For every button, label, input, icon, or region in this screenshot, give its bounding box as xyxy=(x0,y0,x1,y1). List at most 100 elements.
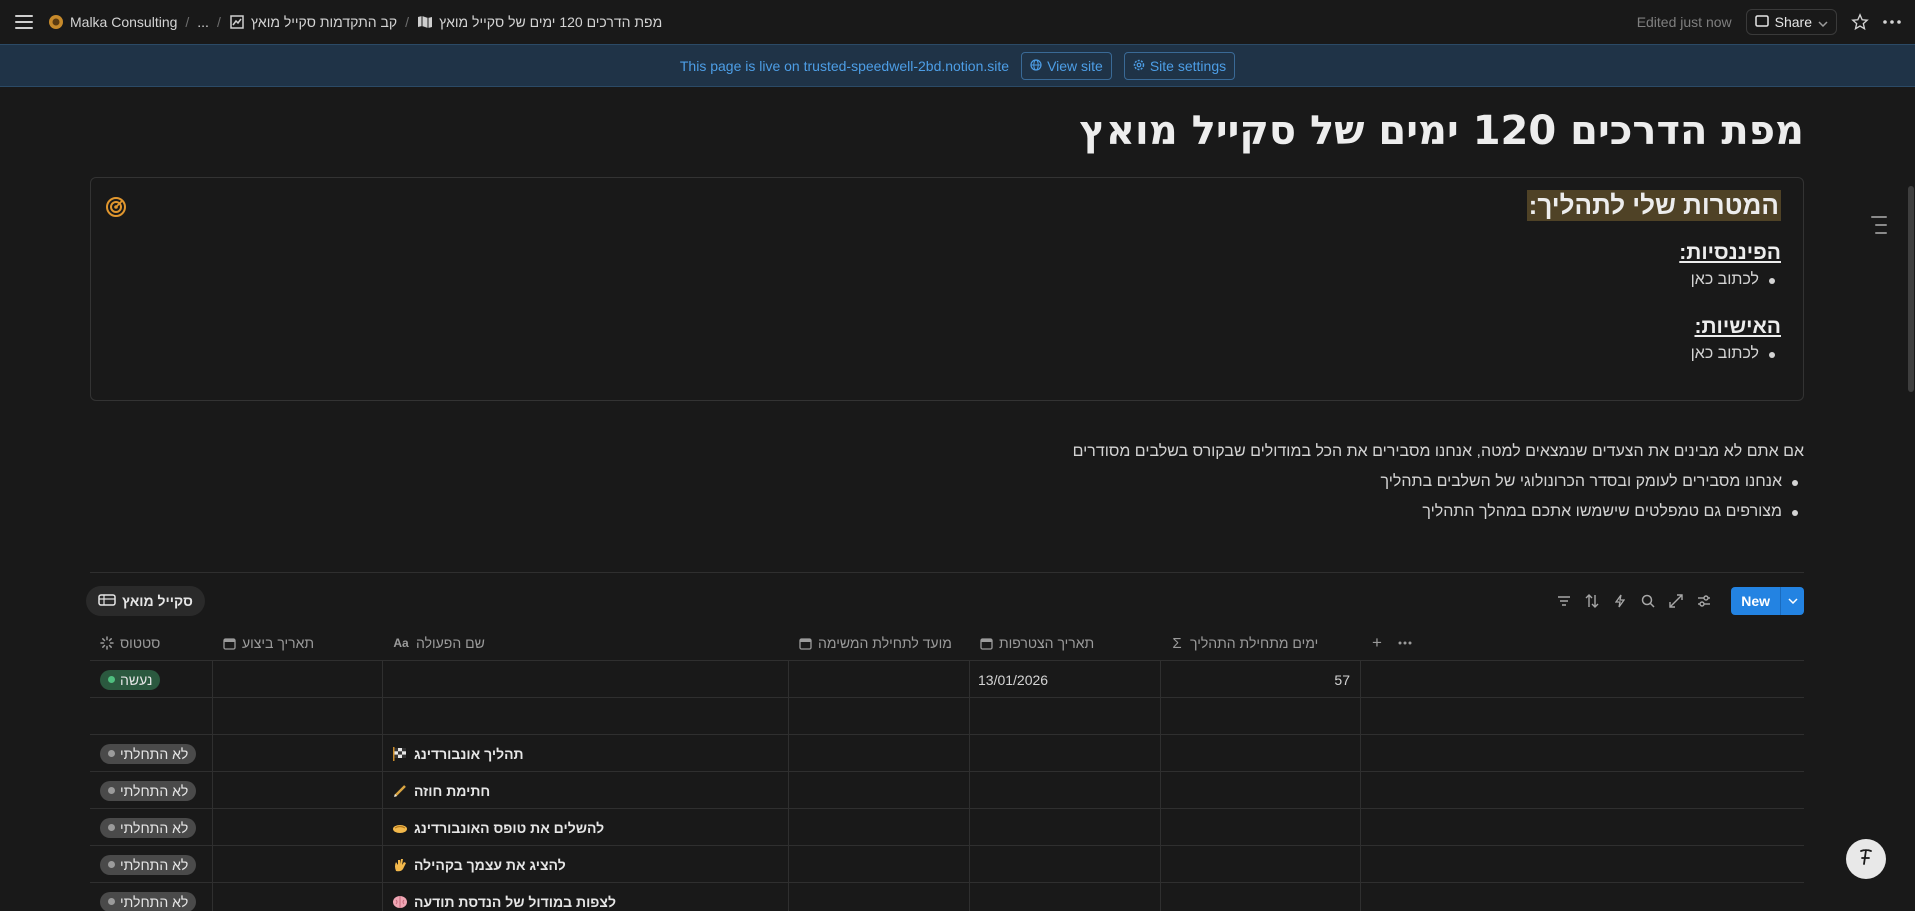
breadcrumb-workspace[interactable]: Malka Consulting xyxy=(48,14,177,30)
financial-goal-item[interactable]: לכתוב כאן xyxy=(1527,271,1781,289)
column-header-task-name[interactable]: Aa שם הפעולה xyxy=(382,625,788,661)
column-header-label: מועד לתחילת המשימה xyxy=(818,635,952,651)
task-name[interactable]: להשלים את טופס האונבורדינג xyxy=(414,820,604,836)
table-row[interactable]: לא התחלתי תהליך אונבורדינג xyxy=(90,735,1804,772)
status-label: לא התחלתי xyxy=(120,893,189,910)
days-cell[interactable]: 57 xyxy=(1170,661,1350,698)
task-name-cell[interactable]: לצפות במודול של הנדסת תודעה xyxy=(392,883,616,911)
sigma-icon: Σ xyxy=(1172,634,1182,652)
status-cell[interactable]: לא התחלתי xyxy=(100,735,197,772)
scrollbar-thumb[interactable] xyxy=(1908,186,1914,392)
help-button[interactable] xyxy=(1846,839,1886,879)
top-bar: Malka Consulting / ... / קב התקדמות סקיי… xyxy=(0,0,1915,44)
column-header-status[interactable]: סטטוס xyxy=(90,625,212,661)
column-header-join-date[interactable]: תאריך הצטרפות xyxy=(969,625,1160,661)
task-name-cell[interactable]: תהליך אונבורדינג xyxy=(392,735,524,772)
status-badge[interactable]: נעשה xyxy=(100,669,161,690)
expand-icon[interactable] xyxy=(1667,592,1685,610)
task-name[interactable]: תהליך אונבורדינג xyxy=(414,746,524,762)
database-view-tab[interactable]: סקייל מואץ xyxy=(86,586,205,616)
status-dot xyxy=(108,861,115,868)
status-cell[interactable]: לא התחלתי xyxy=(100,846,197,883)
task-name-cell[interactable]: חתימת חוזה xyxy=(392,772,490,809)
target-icon[interactable] xyxy=(105,196,127,218)
status-cell[interactable]: לא התחלתי xyxy=(100,883,197,911)
section-divider xyxy=(90,572,1804,573)
filter-icon[interactable] xyxy=(1555,592,1573,610)
search-icon[interactable] xyxy=(1639,592,1657,610)
page-title[interactable]: מפת הדרכים 120 ימים של סקייל מואץ xyxy=(1079,108,1804,154)
task-name[interactable]: חתימת חוזה xyxy=(414,783,490,799)
breadcrumb-tracker[interactable]: קב התקדמות סקייל מואץ xyxy=(229,14,397,30)
calendar-icon xyxy=(798,636,812,650)
more-options-icon[interactable] xyxy=(1398,636,1412,650)
intro-text[interactable]: אם אתם לא מבינים את הצעדים שנמצאים למטה,… xyxy=(1073,443,1804,461)
site-settings-label: Site settings xyxy=(1149,57,1227,74)
join-date-cell[interactable]: 13/01/2026 xyxy=(978,661,1048,698)
task-name-cell[interactable]: להציג את עצמך בקהילה xyxy=(392,846,566,883)
status-label: לא התחלתי xyxy=(120,819,189,836)
table-row[interactable] xyxy=(90,698,1804,735)
personal-goal-item[interactable]: לכתוב כאן xyxy=(1527,345,1781,363)
waving-hand-icon xyxy=(395,858,406,871)
status-badge[interactable]: לא התחלתי xyxy=(100,780,197,801)
status-label: לא התחלתי xyxy=(120,856,189,873)
task-name[interactable]: להציג את עצמך בקהילה xyxy=(414,857,566,873)
add-column-icon[interactable]: + xyxy=(1370,633,1384,652)
edited-status: Edited just now xyxy=(1636,14,1732,30)
goals-callout[interactable]: המטרות שלי לתהליך: הפיננסיות: לכתוב כאן … xyxy=(90,177,1804,401)
table-view-icon xyxy=(98,593,116,609)
status-badge[interactable]: לא התחלתי xyxy=(100,743,197,764)
workspace-logo-icon xyxy=(48,14,64,30)
task-name-cell[interactable]: להשלים את טופס האונבורדינג xyxy=(392,809,604,846)
more-options-icon[interactable] xyxy=(1883,20,1901,24)
share-icon xyxy=(1754,14,1769,30)
column-header-start-deadline[interactable]: מועד לתחילת המשימה xyxy=(788,625,969,661)
menu-icon[interactable] xyxy=(12,10,36,34)
settings-sliders-icon[interactable] xyxy=(1695,592,1713,610)
calendar-icon xyxy=(979,636,993,650)
column-header-due-date[interactable]: תאריך ביצוע xyxy=(212,625,382,661)
table-row[interactable]: לא התחלתי להשלים את טופס האונבורדינג xyxy=(90,809,1804,846)
status-cell[interactable]: לא התחלתי xyxy=(100,809,197,846)
breadcrumb-ellipsis[interactable]: ... xyxy=(197,14,209,30)
chevron-down-icon[interactable] xyxy=(1780,587,1804,615)
table-row[interactable]: נעשה 13/01/2026 57 xyxy=(90,661,1804,698)
table-row[interactable]: לא התחלתי לצפות במודול של הנדסת תודעה xyxy=(90,883,1804,911)
checkered-flag-icon xyxy=(393,746,406,761)
column-header-days[interactable]: Σ ימים מתחילת התהליך xyxy=(1160,625,1360,661)
view-site-label: View site xyxy=(1047,57,1103,74)
sort-icon[interactable] xyxy=(1583,592,1601,610)
new-button[interactable]: New xyxy=(1731,587,1804,615)
status-dot xyxy=(108,787,115,794)
status-cell[interactable]: נעשה xyxy=(100,661,161,698)
notion-ai-icon xyxy=(1855,846,1877,873)
breadcrumb-current-page[interactable]: מפת הדרכים 120 ימים של סקייל מואץ xyxy=(417,14,662,30)
star-icon[interactable] xyxy=(1851,13,1869,31)
pen-icon xyxy=(394,784,406,797)
toc-line xyxy=(1875,232,1887,234)
status-badge[interactable]: לא התחלתי xyxy=(100,891,197,911)
automation-lightning-icon[interactable] xyxy=(1611,592,1629,610)
table-row[interactable]: לא התחלתי להציג את עצמך בקהילה xyxy=(90,846,1804,883)
task-name[interactable]: לצפות במודול של הנדסת תודעה xyxy=(414,894,616,910)
site-settings-button[interactable]: Site settings xyxy=(1123,51,1236,80)
intro-bullet[interactable]: אנחנו מסבירים לעומק ובסדר הכרונולוגי של … xyxy=(1073,473,1804,491)
breadcrumb-page-label: מפת הדרכים 120 ימים של סקייל מואץ xyxy=(439,14,663,30)
intro-bullet[interactable]: מצורפים גם טמפלטים שישמשו אתכם במהלך התה… xyxy=(1073,503,1804,521)
status-spinner-icon xyxy=(100,636,114,650)
calendar-icon xyxy=(222,636,236,650)
share-button[interactable]: Share xyxy=(1745,9,1837,35)
breadcrumb-separator: / xyxy=(405,14,410,30)
page-scrollbar[interactable] xyxy=(1906,88,1915,911)
status-cell[interactable]: לא התחלתי xyxy=(100,772,197,809)
breadcrumb-tracker-label: קב התקדמות סקייל מואץ xyxy=(250,14,398,30)
table-of-contents-outline[interactable] xyxy=(1871,216,1887,234)
status-badge[interactable]: לא התחלתי xyxy=(100,817,197,838)
view-site-button[interactable]: View site xyxy=(1021,51,1112,80)
brain-icon xyxy=(393,895,407,908)
table-row[interactable]: לא התחלתי חתימת חוזה xyxy=(90,772,1804,809)
table-header: סטטוס תאריך ביצוע Aa שם הפעולה מועד לתחי… xyxy=(90,625,1804,661)
toc-line xyxy=(1875,224,1887,226)
status-badge[interactable]: לא התחלתי xyxy=(100,854,197,875)
